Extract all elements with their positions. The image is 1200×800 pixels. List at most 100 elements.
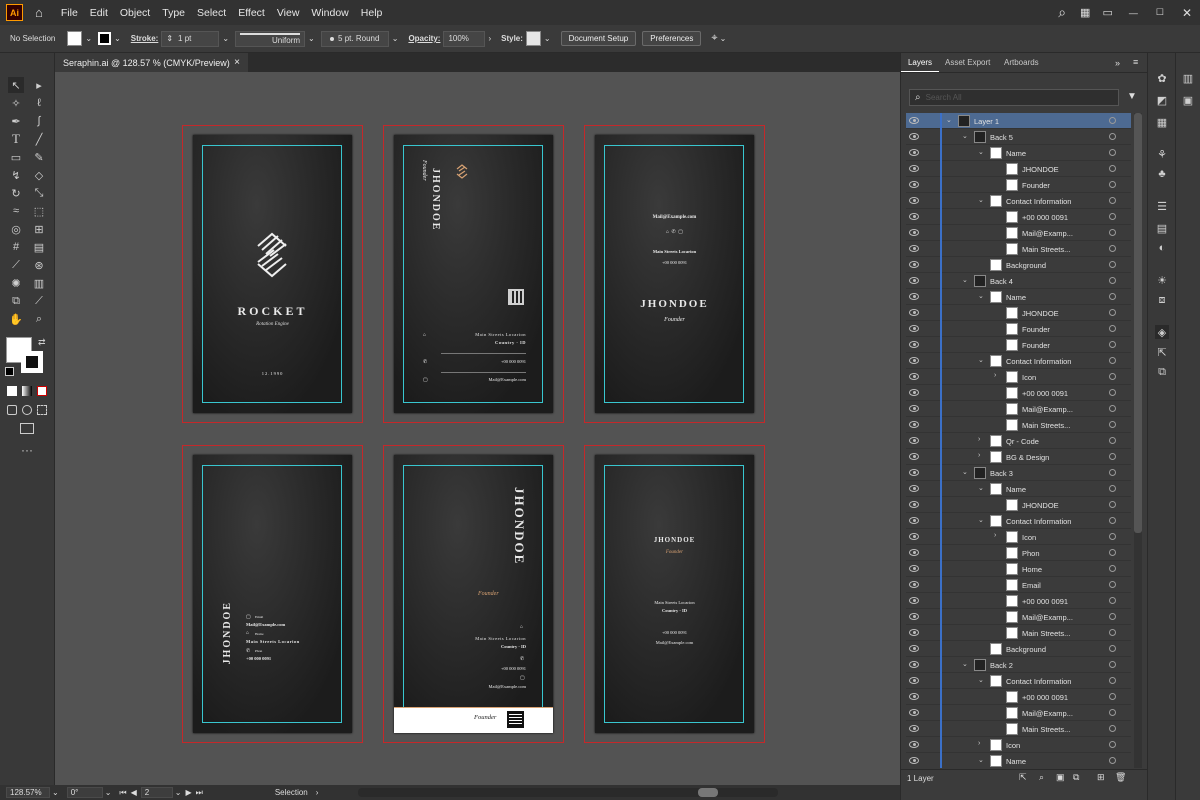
draw-normal-icon[interactable] (7, 405, 17, 415)
target-circle-icon[interactable] (1109, 373, 1116, 380)
layers-panel-icon[interactable]: ◈ (1155, 325, 1169, 339)
expand-chevron-down-icon[interactable]: ⌄ (962, 132, 968, 140)
target-circle-icon[interactable] (1109, 677, 1116, 684)
properties-icon[interactable]: ▥ (1181, 71, 1195, 85)
layer-row[interactable]: JHONDOE (906, 161, 1131, 177)
gradient-tool-icon[interactable]: ▤ (31, 239, 47, 255)
target-circle-icon[interactable] (1109, 709, 1116, 716)
target-circle-icon[interactable] (1109, 149, 1116, 156)
expand-chevron-down-icon[interactable]: ⌄ (978, 196, 984, 204)
brush-select[interactable]: 5 pt. Round (320, 30, 389, 47)
transparency-icon[interactable]: ◐ (1155, 241, 1169, 255)
layer-name[interactable]: JHONDOE (1022, 309, 1059, 318)
target-circle-icon[interactable] (1109, 629, 1116, 636)
menu-type[interactable]: Type (162, 7, 185, 19)
expand-chevron-down-icon[interactable]: ⌄ (946, 116, 952, 124)
first-artboard-icon[interactable]: ⏮ (119, 788, 126, 798)
eraser-tool-icon[interactable]: ◇ (31, 167, 47, 183)
curvature-tool-icon[interactable]: ∫ (31, 113, 47, 129)
layer-row[interactable]: Background (906, 641, 1131, 657)
layer-row[interactable]: +00 000 0091 (906, 689, 1131, 705)
fill-swatch[interactable] (67, 31, 83, 46)
type-tool-icon[interactable]: T (8, 131, 24, 147)
home-icon[interactable]: ⌂ (35, 5, 43, 20)
layer-row[interactable]: Founder (906, 337, 1131, 353)
status-expand-icon[interactable]: › (316, 788, 319, 797)
layer-name[interactable]: Phon (1022, 549, 1040, 558)
layer-row[interactable]: Founder (906, 321, 1131, 337)
layer-row[interactable]: ⌄ Name (906, 753, 1131, 768)
document-tab[interactable]: Seraphin.ai @ 128.57 % (CMYK/Preview) × (55, 53, 248, 72)
color-mode-icon[interactable] (7, 386, 17, 396)
visibility-eye-icon[interactable] (909, 389, 919, 396)
layer-row[interactable]: ⌄ Contact Information (906, 353, 1131, 369)
libraries-icon[interactable]: ▣ (1181, 93, 1195, 107)
search-icon[interactable]: ⌕ (1058, 4, 1066, 21)
target-circle-icon[interactable] (1109, 597, 1116, 604)
target-circle-icon[interactable] (1109, 309, 1116, 316)
target-circle-icon[interactable] (1109, 197, 1116, 204)
layer-row[interactable]: ⌄ Name (906, 145, 1131, 161)
visibility-eye-icon[interactable] (909, 485, 919, 492)
target-circle-icon[interactable] (1109, 133, 1116, 140)
layer-row[interactable]: ⌄ Back 5 (906, 129, 1131, 145)
target-circle-icon[interactable] (1109, 533, 1116, 540)
quick-actions-icon[interactable]: ⌖ (711, 32, 717, 45)
target-circle-icon[interactable] (1109, 117, 1116, 124)
artboard-number-input[interactable]: 2 (140, 787, 173, 798)
stroke-style-dropdown-icon[interactable]: ⌄ (308, 34, 315, 43)
visibility-eye-icon[interactable] (909, 437, 919, 444)
tab-asset-export[interactable]: Asset Export (945, 53, 990, 72)
prev-artboard-icon[interactable]: ◀ (131, 788, 137, 797)
target-circle-icon[interactable] (1109, 517, 1116, 524)
visibility-eye-icon[interactable] (909, 117, 919, 124)
visibility-eye-icon[interactable] (909, 309, 919, 316)
visibility-eye-icon[interactable] (909, 149, 919, 156)
swatches-icon[interactable]: ▦ (1155, 115, 1169, 129)
vertical-scrollbar[interactable] (1134, 113, 1142, 768)
artboard-tool-icon[interactable]: ⧉ (8, 293, 24, 309)
target-circle-icon[interactable] (1109, 613, 1116, 620)
visibility-eye-icon[interactable] (909, 405, 919, 412)
gradient-panel-icon[interactable]: ▤ (1155, 221, 1169, 235)
layer-name[interactable]: Contact Information (1006, 357, 1071, 366)
quick-actions-dropdown-icon[interactable]: ⌄ (720, 34, 727, 43)
layer-row[interactable]: ⌄ Layer 1 (906, 113, 1131, 129)
rectangle-tool-icon[interactable]: ▭ (8, 149, 24, 165)
layer-name[interactable]: Founder (1022, 325, 1050, 334)
layer-row[interactable]: ⌄ Back 3 (906, 465, 1131, 481)
layer-row[interactable]: +00 000 0091 (906, 593, 1131, 609)
menu-effect[interactable]: Effect (238, 7, 265, 19)
visibility-eye-icon[interactable] (909, 181, 919, 188)
swap-colors-icon[interactable]: ⇄ (38, 337, 46, 348)
mesh-tool-icon[interactable]: # (8, 239, 24, 255)
layer-row[interactable]: Founder (906, 177, 1131, 193)
paintbrush-tool-icon[interactable]: ✎ (31, 149, 47, 165)
scale-tool-icon[interactable]: ⤡ (31, 185, 47, 201)
free-transform-tool-icon[interactable]: ⬚ (31, 203, 47, 219)
target-circle-icon[interactable] (1109, 741, 1116, 748)
artboards-panel-icon[interactable]: ⧉ (1155, 365, 1169, 379)
symbols-icon[interactable]: ♣ (1155, 167, 1169, 181)
visibility-eye-icon[interactable] (909, 725, 919, 732)
layer-row[interactable]: › Qr - Code (906, 433, 1131, 449)
scroll-thumb[interactable] (698, 788, 719, 797)
menu-window[interactable]: Window (311, 7, 348, 19)
artboard-1[interactable]: ROCKET Rotation Engine 12.1990 (182, 125, 363, 423)
artboard-3[interactable]: Mail@Example.com ⌂ ✆ ▢ Main Streets Loca… (584, 125, 765, 423)
none-mode-icon[interactable] (37, 386, 47, 396)
layer-row[interactable]: Mail@Examp... (906, 401, 1131, 417)
layer-name[interactable]: +00 000 0091 (1022, 389, 1068, 398)
business-card-back-band[interactable]: JHONDOE Founder ⌂ Main Streets Locarion … (394, 455, 553, 733)
layer-name[interactable]: Main Streets... (1022, 629, 1070, 638)
perspective-grid-tool-icon[interactable]: ⊞ (31, 221, 47, 237)
layer-name[interactable]: Name (1006, 485, 1026, 494)
target-circle-icon[interactable] (1109, 501, 1116, 508)
brushes-icon[interactable]: ⚘ (1155, 147, 1169, 161)
target-circle-icon[interactable] (1109, 325, 1116, 332)
stroke-swatch[interactable] (98, 32, 112, 45)
expand-chevron-down-icon[interactable]: ⌄ (978, 484, 984, 492)
layer-name[interactable]: Contact Information (1006, 197, 1071, 206)
stroke-dropdown-icon[interactable]: ⌄ (114, 34, 121, 43)
target-circle-icon[interactable] (1109, 469, 1116, 476)
